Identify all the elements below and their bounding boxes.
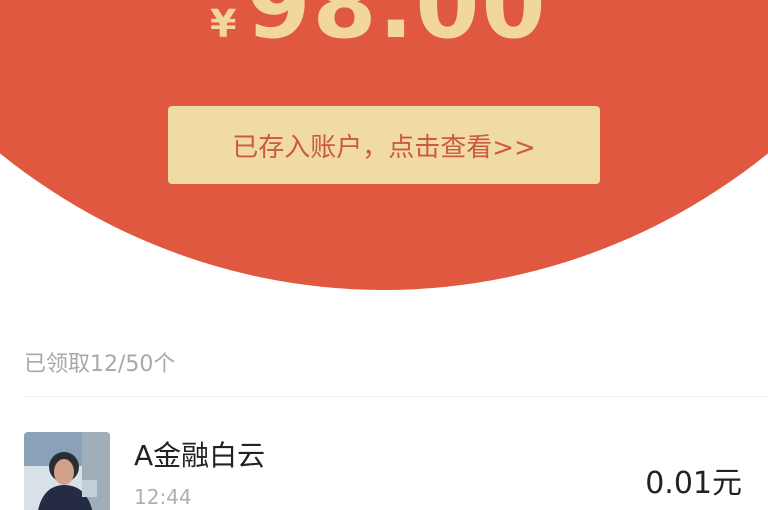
view-account-button[interactable]: 已存入账户，点击查看>> [168,106,600,184]
amount-value: 98.00 [246,0,548,59]
received-count: 已领取12/50个 [24,352,176,377]
record-amount: 0.01元 [645,466,742,501]
section-divider [24,396,768,397]
recipient-name: A金融白云 [134,439,266,472]
receive-time: 12:44 [134,485,192,509]
red-packet-detail-screen: ¥ 98.00 已存入账户，点击查看>> 已领取12/50个 A金融白云 12:… [0,0,768,510]
claim-record-row[interactable]: A金融白云 12:44 0.01元 [0,408,768,510]
packet-amount: ¥ 98.00 [210,0,547,59]
currency-symbol: ¥ [210,2,237,46]
avatar [24,432,110,510]
